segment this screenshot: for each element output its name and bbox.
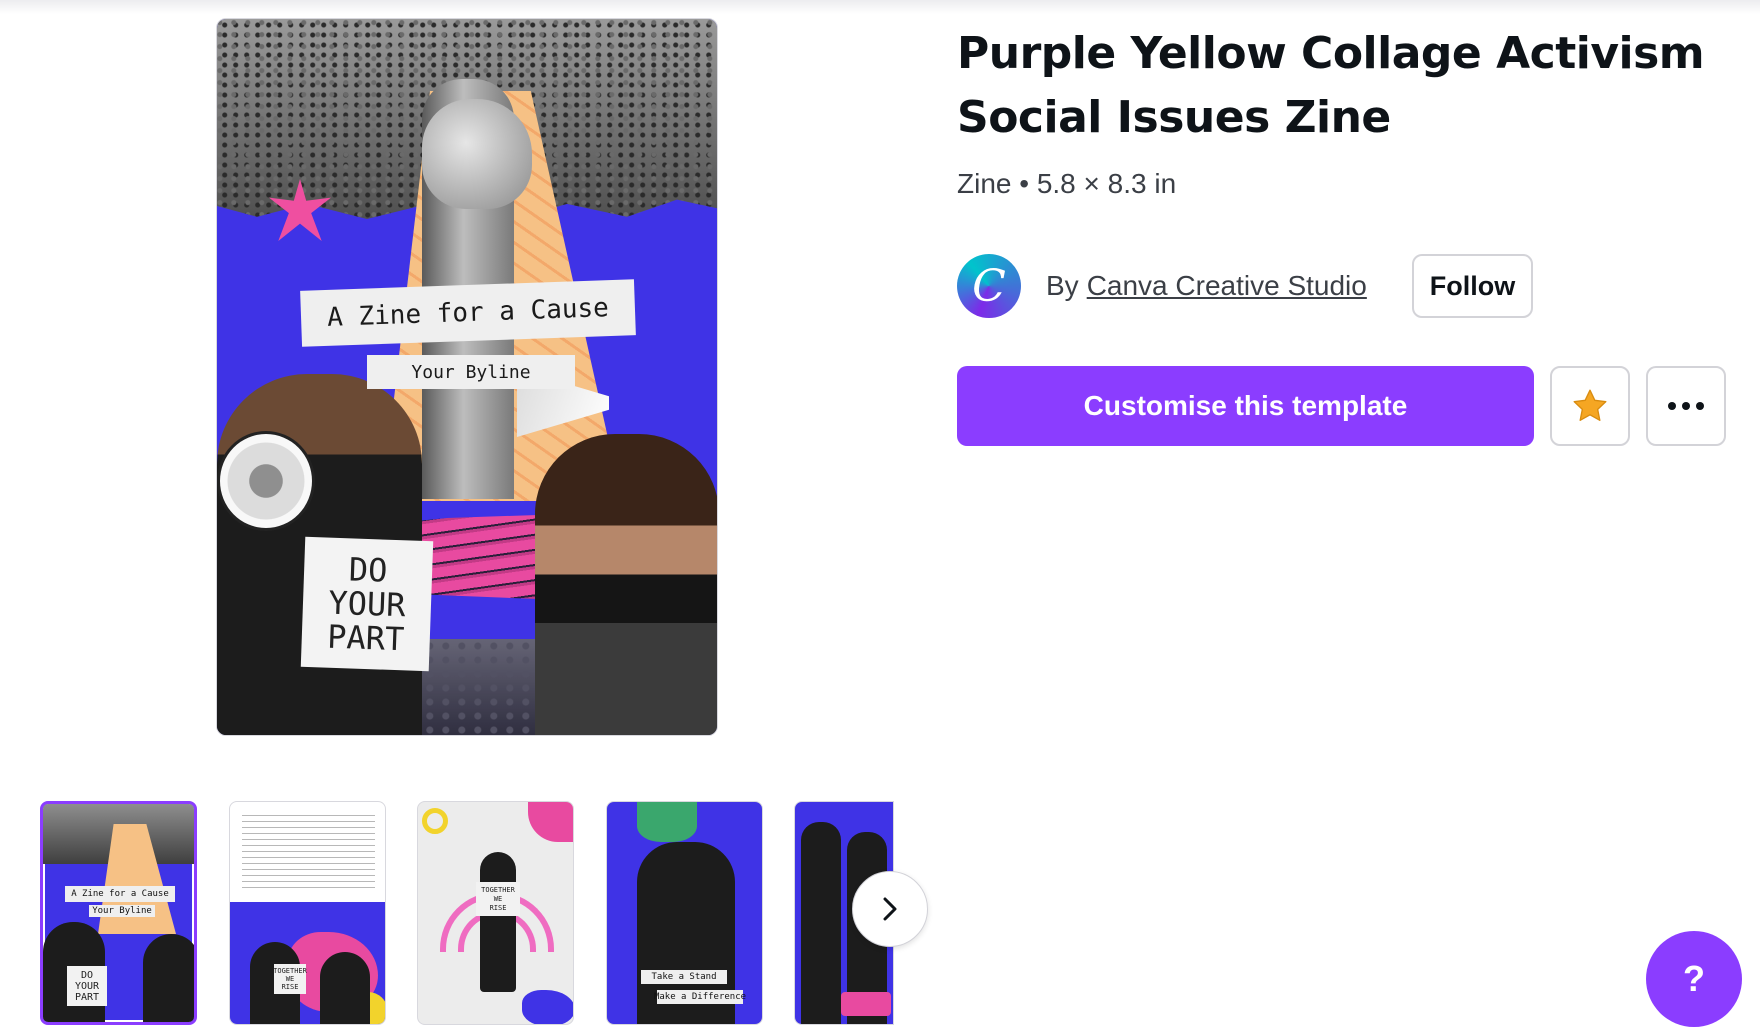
sign-line: WE [285,975,295,983]
chevron-right-icon [883,897,897,921]
thumb-sign: DO YOUR PART [67,966,107,1006]
top-shadow [0,0,1760,14]
thumb-body-text [242,810,375,890]
canva-logo-icon: C [972,260,1006,312]
favorite-button[interactable] [1550,366,1630,446]
woman-with-megaphone-photo [535,434,717,735]
page-thumbnail-1[interactable]: A Zine for a Cause Your Byline DO YOUR P… [40,801,197,1025]
creator-row: C By Canva Creative Studio [957,254,1367,318]
thumb-green-shape [637,802,697,842]
question-mark-icon: ? [1683,958,1705,999]
more-options-icon [1668,402,1704,410]
thumb-title-label: A Zine for a Cause [65,886,175,902]
preview-title-label: A Zine for a Cause [300,279,636,347]
more-options-button[interactable] [1646,366,1726,446]
page-thumbnail-3[interactable]: TOGETHER WE RISE [417,801,574,1025]
protest-sign: DO YOUR PART [300,536,434,672]
creator-name-link[interactable]: Canva Creative Studio [1087,270,1367,302]
sign-line: YOUR [74,980,100,992]
megaphone-left [217,431,315,531]
next-thumbnails-button[interactable] [852,871,928,947]
page-thumbnail-2[interactable]: TOGETHER WE RISE [229,801,386,1025]
star-icon [1573,389,1607,421]
sign-line: PART [326,617,405,659]
help-button[interactable]: ? [1646,931,1742,1027]
creator-prefix: By [1046,270,1079,301]
template-title: Purple Yellow Collage Activism Social Is… [957,28,1705,143]
thumb-sign: TOGETHER WE RISE [273,964,307,994]
thumb-person [320,952,370,1024]
thumb-yellow-swirl [422,808,448,834]
template-meta: Zine • 5.8 × 8.3 in [957,168,1177,199]
thumb-byline-label: Your Byline [89,905,155,917]
thumb-pink-banner [841,992,891,1016]
thumb-person [480,852,516,992]
thumb-sign: TOGETHER WE RISE [476,882,520,916]
sign-line: RISE [281,983,299,991]
template-preview[interactable]: A Zine for a Cause Your Byline DO YOUR P… [216,18,718,736]
sign-line: TOGETHER [273,967,307,975]
sign-line: TOGETHER [481,885,515,894]
sign-line: PART [74,991,100,1003]
thumb-person [801,822,841,1024]
preview-byline-label: Your Byline [367,355,575,389]
thumb-label-2: Make a Difference [653,990,747,1004]
page-thumbnails: A Zine for a Cause Your Byline DO YOUR P… [40,801,896,1027]
raised-fist-photo [422,99,532,209]
follow-button[interactable]: Follow [1412,254,1533,318]
customise-template-button[interactable]: Customise this template [957,366,1534,446]
creator-avatar[interactable]: C [957,254,1021,318]
thumb-label-1: Take a Stand [641,970,727,984]
thumb-blue-blob [522,990,573,1024]
sign-line: WE [493,894,503,903]
sign-line: RISE [489,903,507,912]
sign-line: DO [348,550,389,590]
sign-line: YOUR [327,583,407,625]
sign-line: DO [80,969,94,981]
thumb-person [143,934,194,1022]
thumb-pink-corner [528,802,573,842]
page-thumbnail-4[interactable]: Take a Stand Make a Difference [606,801,763,1025]
